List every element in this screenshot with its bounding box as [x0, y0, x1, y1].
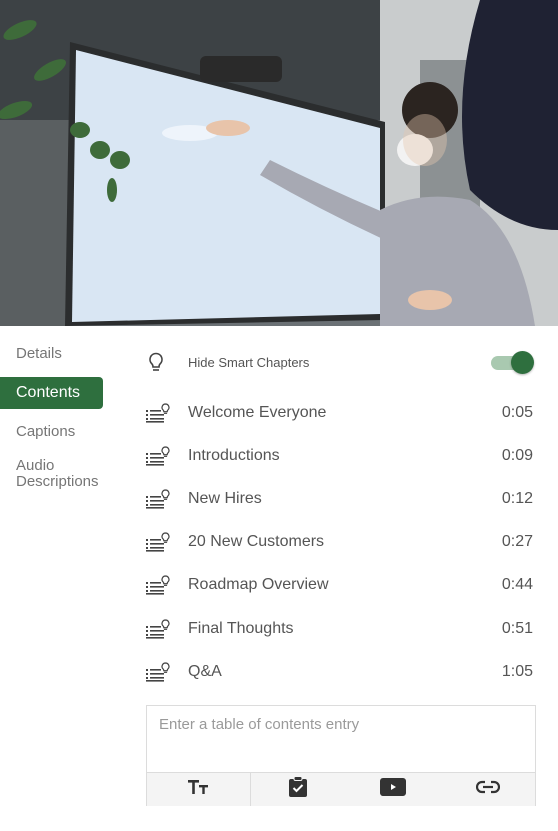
video-play-icon	[380, 778, 406, 801]
toc-entry-input[interactable]	[147, 706, 535, 772]
smart-chapter-icon	[145, 403, 171, 423]
smart-chapters-toggle[interactable]	[491, 350, 535, 374]
chapter-title: Welcome Everyone	[188, 404, 327, 421]
hide-smart-chapters-label: Hide Smart Chapters	[188, 354, 310, 370]
toc-entry-editor	[146, 705, 536, 806]
chapter-timestamp[interactable]: 1:05	[502, 663, 533, 681]
chapter-title: Final Thoughts	[188, 620, 294, 637]
link-icon	[475, 780, 500, 799]
editor-toolbar	[147, 772, 535, 806]
chapter-title: 20 New Customers	[188, 533, 325, 550]
chapter-item[interactable]: 20 New Customers 0:27	[140, 529, 535, 555]
smart-chapter-icon	[145, 662, 171, 682]
smart-chapter-icon	[145, 446, 171, 466]
chapter-timestamp[interactable]: 0:12	[502, 490, 533, 508]
chapter-item[interactable]: Final Thoughts 0:51	[140, 616, 535, 642]
chapter-timestamp[interactable]: 0:05	[502, 404, 533, 422]
sidebar-item-contents[interactable]: Contents	[0, 377, 103, 409]
chapter-title: New Hires	[188, 490, 262, 507]
add-task-button[interactable]	[251, 773, 346, 806]
chapter-item[interactable]: Q&A 1:05	[140, 659, 535, 685]
chapter-timestamp[interactable]: 0:27	[502, 533, 533, 551]
smart-chapters-row: Hide Smart Chapters	[140, 349, 535, 375]
video-frame-image	[0, 0, 558, 326]
chapter-timestamp[interactable]: 0:09	[502, 447, 533, 465]
chapter-item[interactable]: Welcome Everyone 0:05	[140, 400, 535, 426]
chapter-title: Q&A	[188, 663, 222, 680]
chapter-title: Roadmap Overview	[188, 576, 329, 593]
clipboard-check-icon	[288, 776, 308, 803]
chapter-timestamp[interactable]: 0:44	[502, 576, 533, 594]
chapter-item[interactable]: Roadmap Overview 0:44	[140, 572, 535, 598]
video-player[interactable]	[0, 0, 558, 326]
chapter-item[interactable]: New Hires 0:12	[140, 486, 535, 512]
sidebar-item-audio-descriptions[interactable]: Audio Descriptions	[16, 458, 126, 490]
sidebar-item-details[interactable]: Details	[16, 346, 62, 362]
insert-link-button[interactable]	[440, 773, 535, 806]
toggle-knob	[511, 351, 534, 374]
chapter-item[interactable]: Introductions 0:09	[140, 443, 535, 469]
chapter-title: Introductions	[188, 447, 280, 464]
text-format-button[interactable]	[147, 773, 251, 806]
text-format-icon	[187, 779, 210, 800]
smart-chapter-icon	[145, 619, 171, 639]
chapter-timestamp[interactable]: 0:51	[502, 620, 533, 638]
smart-chapter-icon	[145, 575, 171, 595]
smart-chapter-icon	[145, 532, 171, 552]
insert-video-button[interactable]	[346, 773, 441, 806]
sidebar-item-captions[interactable]: Captions	[16, 424, 75, 440]
smart-chapter-icon	[145, 489, 171, 509]
lightbulb-icon	[145, 352, 171, 372]
